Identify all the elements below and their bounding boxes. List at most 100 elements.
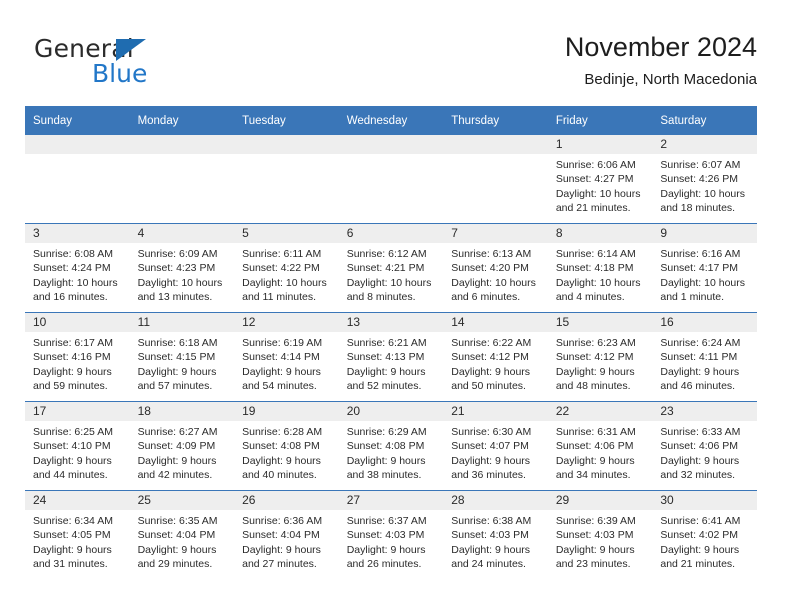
calendar-day-cell[interactable]: 9 Sunrise: 6:16 AM Sunset: 4:17 PM Daylight… bbox=[652, 223, 757, 313]
weekday-header-sunday: Sunday bbox=[25, 106, 130, 135]
daylight-text: and 54 minutes. bbox=[242, 379, 317, 392]
sunrise-text: Sunrise: 6:11 AM bbox=[242, 248, 322, 260]
day-number: 16 bbox=[652, 313, 757, 332]
calendar-day-cell[interactable]: 15 Sunrise: 6:23 AM Sunset: 4:12 PM Dayligh… bbox=[547, 312, 653, 402]
calendar-day-cell[interactable]: 27 Sunrise: 6:37 AM Sunset: 4:03 PM Dayligh… bbox=[338, 490, 444, 579]
day-number: 30 bbox=[652, 491, 757, 510]
sunrise-text: Sunrise: 6:33 AM bbox=[660, 426, 741, 438]
daylight-text: Daylight: 9 hours bbox=[346, 454, 426, 467]
day-number: 12 bbox=[234, 313, 339, 332]
day-number: 22 bbox=[547, 402, 653, 421]
calendar-week-row: 24 Sunrise: 6:34 AM Sunset: 4:05 PM Dayligh… bbox=[25, 490, 757, 579]
sunset-text: Sunset: 4:15 PM bbox=[137, 351, 216, 364]
brand-logo[interactable]: General Blue bbox=[34, 36, 224, 88]
day-details: Sunrise: 6:33 AM Sunset: 4:06 PM Daylight:… bbox=[652, 421, 757, 482]
calendar-day-cell[interactable]: 29 Sunrise: 6:39 AM Sunset: 4:03 PM Dayligh… bbox=[547, 490, 653, 579]
calendar-day-cell[interactable]: 5 Sunrise: 6:11 AM Sunset: 4:22 PM Daylight… bbox=[234, 223, 339, 313]
day-number: 20 bbox=[338, 402, 444, 421]
calendar-day-cell[interactable]: 23 Sunrise: 6:33 AM Sunset: 4:06 PM Dayligh… bbox=[652, 401, 757, 491]
sunrise-text: Sunrise: 6:34 AM bbox=[33, 515, 113, 527]
day-details: Sunrise: 6:29 AM Sunset: 4:08 PM Daylight:… bbox=[339, 421, 444, 482]
calendar-day-cell[interactable]: 2 Sunrise: 6:07 AM Sunset: 4:26 PM Daylight… bbox=[652, 135, 757, 224]
day-cell-inner: 14 Sunrise: 6:22 AM Sunset: 4:12 PM Dayligh… bbox=[443, 313, 548, 401]
calendar-day-cell[interactable]: 1 Sunrise: 6:06 AM Sunset: 4:27 PM Daylight… bbox=[547, 135, 653, 224]
sunrise-text: Sunrise: 6:37 AM bbox=[346, 515, 427, 527]
calendar-day-cell[interactable]: 4 Sunrise: 6:09 AM Sunset: 4:23 PM Daylight… bbox=[129, 223, 235, 313]
calendar-day-cell[interactable]: 28 Sunrise: 6:38 AM Sunset: 4:03 PM Dayligh… bbox=[443, 490, 548, 579]
calendar-day-cell[interactable]: 12 Sunrise: 6:19 AM Sunset: 4:14 PM Dayligh… bbox=[234, 312, 339, 402]
day-details: Sunrise: 6:27 AM Sunset: 4:09 PM Daylight:… bbox=[130, 421, 235, 482]
sunrise-text: Sunrise: 6:23 AM bbox=[555, 337, 636, 349]
calendar-day-cell[interactable]: 26 Sunrise: 6:36 AM Sunset: 4:04 PM Dayligh… bbox=[234, 490, 339, 579]
day-details: Sunrise: 6:25 AM Sunset: 4:10 PM Daylight:… bbox=[25, 421, 130, 482]
calendar-day-cell[interactable]: 25 Sunrise: 6:35 AM Sunset: 4:04 PM Dayligh… bbox=[129, 490, 235, 579]
daylight-text: Daylight: 9 hours bbox=[242, 454, 321, 467]
calendar-day-cell[interactable]: 14 Sunrise: 6:22 AM Sunset: 4:12 PM Dayligh… bbox=[443, 312, 548, 402]
calendar-day-cell[interactable]: 19 Sunrise: 6:28 AM Sunset: 4:08 PM Dayligh… bbox=[234, 401, 339, 491]
calendar-header-row: Sunday Monday Tuesday Wednesday Thursday Frid… bbox=[25, 106, 757, 135]
sunrise-text: Sunrise: 6:29 AM bbox=[346, 426, 427, 438]
sunrise-text: Sunrise: 6:19 AM bbox=[242, 337, 323, 349]
day-cell-inner: 25 Sunrise: 6:35 AM Sunset: 4:04 PM Dayligh… bbox=[129, 491, 235, 579]
sunset-text: Sunset: 4:14 PM bbox=[242, 351, 320, 364]
day-cell-inner: 27 Sunrise: 6:37 AM Sunset: 4:03 PM Dayligh… bbox=[338, 491, 444, 579]
daylight-text: Daylight: 9 hours bbox=[137, 454, 217, 467]
sunset-text: Sunset: 4:04 PM bbox=[242, 529, 320, 542]
calendar-day-cell[interactable]: 21 Sunrise: 6:30 AM Sunset: 4:07 PM Dayligh… bbox=[443, 401, 548, 491]
daylight-text: Daylight: 9 hours bbox=[137, 365, 217, 378]
sunrise-text: Sunrise: 6:35 AM bbox=[137, 515, 218, 527]
sunrise-text: Sunrise: 6:27 AM bbox=[137, 426, 218, 438]
daylight-text: and 29 minutes. bbox=[137, 557, 213, 570]
calendar-day-cell[interactable]: 24 Sunrise: 6:34 AM Sunset: 4:05 PM Dayligh… bbox=[25, 490, 130, 579]
calendar-day-cell[interactable]: 8 Sunrise: 6:14 AM Sunset: 4:18 PM Daylight… bbox=[547, 223, 653, 313]
day-number bbox=[338, 135, 444, 154]
brand-wordmark-blue: Blue bbox=[92, 59, 148, 88]
day-details: Sunrise: 6:28 AM Sunset: 4:08 PM Daylight:… bbox=[234, 421, 339, 482]
calendar-day-cell[interactable]: 20 Sunrise: 6:29 AM Sunset: 4:08 PM Dayligh… bbox=[338, 401, 444, 491]
day-number: 9 bbox=[652, 224, 757, 243]
day-number: 24 bbox=[25, 491, 130, 510]
sunrise-text: Sunrise: 6:06 AM bbox=[555, 159, 636, 171]
calendar-day-cell[interactable]: 13 Sunrise: 6:21 AM Sunset: 4:13 PM Dayligh… bbox=[338, 312, 444, 402]
daylight-text: and 46 minutes. bbox=[660, 379, 736, 392]
daylight-text: Daylight: 10 hours bbox=[346, 276, 432, 289]
sunrise-text: Sunrise: 6:30 AM bbox=[451, 426, 532, 438]
daylight-text: and 21 minutes. bbox=[660, 557, 736, 570]
sunset-text: Sunset: 4:27 PM bbox=[555, 173, 634, 186]
day-details: Sunrise: 6:34 AM Sunset: 4:05 PM Daylight:… bbox=[25, 510, 130, 571]
daylight-text: and 1 minute. bbox=[660, 290, 725, 303]
day-number: 1 bbox=[547, 135, 653, 154]
calendar-day-cell[interactable]: 30 Sunrise: 6:41 AM Sunset: 4:02 PM Dayligh… bbox=[652, 490, 757, 579]
sunset-text: Sunset: 4:20 PM bbox=[451, 262, 529, 275]
calendar-day-cell[interactable]: 16 Sunrise: 6:24 AM Sunset: 4:11 PM Dayligh… bbox=[652, 312, 757, 402]
sunrise-text: Sunrise: 6:16 AM bbox=[660, 248, 741, 260]
sunset-text: Sunset: 4:12 PM bbox=[451, 351, 529, 364]
day-number: 23 bbox=[652, 402, 757, 421]
day-number: 3 bbox=[25, 224, 130, 243]
day-details: Sunrise: 6:24 AM Sunset: 4:11 PM Daylight:… bbox=[652, 332, 757, 393]
daylight-text: Daylight: 10 hours bbox=[242, 276, 327, 289]
calendar-day-cell[interactable]: 6 Sunrise: 6:12 AM Sunset: 4:21 PM Daylight… bbox=[338, 223, 444, 313]
daylight-text: Daylight: 9 hours bbox=[555, 454, 635, 467]
sunrise-text: Sunrise: 6:14 AM bbox=[555, 248, 636, 260]
calendar-week-row: 3 Sunrise: 6:08 AM Sunset: 4:24 PM Daylight… bbox=[25, 223, 757, 313]
daylight-text: and 36 minutes. bbox=[451, 468, 526, 481]
day-details: Sunrise: 6:06 AM Sunset: 4:27 PM Daylight:… bbox=[548, 154, 653, 215]
calendar-day-cell[interactable]: 17 Sunrise: 6:25 AM Sunset: 4:10 PM Dayligh… bbox=[25, 401, 130, 491]
calendar-day-cell[interactable]: 7 Sunrise: 6:13 AM Sunset: 4:20 PM Daylight… bbox=[443, 223, 548, 313]
sunset-text: Sunset: 4:06 PM bbox=[660, 440, 739, 453]
calendar-day-cell[interactable]: 22 Sunrise: 6:31 AM Sunset: 4:06 PM Dayligh… bbox=[547, 401, 653, 491]
calendar-day-cell[interactable]: 10 Sunrise: 6:17 AM Sunset: 4:16 PM Dayligh… bbox=[25, 312, 130, 402]
calendar-day-cell[interactable]: 18 Sunrise: 6:27 AM Sunset: 4:09 PM Dayligh… bbox=[129, 401, 235, 491]
daylight-text: and 42 minutes. bbox=[137, 468, 213, 481]
sunset-text: Sunset: 4:03 PM bbox=[555, 529, 634, 542]
day-details: Sunrise: 6:08 AM Sunset: 4:24 PM Daylight:… bbox=[25, 243, 130, 304]
day-details: Sunrise: 6:36 AM Sunset: 4:04 PM Daylight:… bbox=[234, 510, 339, 571]
calendar-day-cell[interactable]: 11 Sunrise: 6:18 AM Sunset: 4:15 PM Dayligh… bbox=[129, 312, 235, 402]
sunset-text: Sunset: 4:22 PM bbox=[242, 262, 320, 275]
daylight-text: Daylight: 9 hours bbox=[242, 543, 321, 556]
triangle-logo-icon bbox=[116, 39, 146, 61]
calendar-day-cell[interactable]: 3 Sunrise: 6:08 AM Sunset: 4:24 PM Daylight… bbox=[25, 223, 130, 313]
calendar-week-row: 1 Sunrise: 6:06 AM Sunset: 4:27 PM Daylight… bbox=[25, 135, 757, 224]
day-number: 17 bbox=[25, 402, 130, 421]
